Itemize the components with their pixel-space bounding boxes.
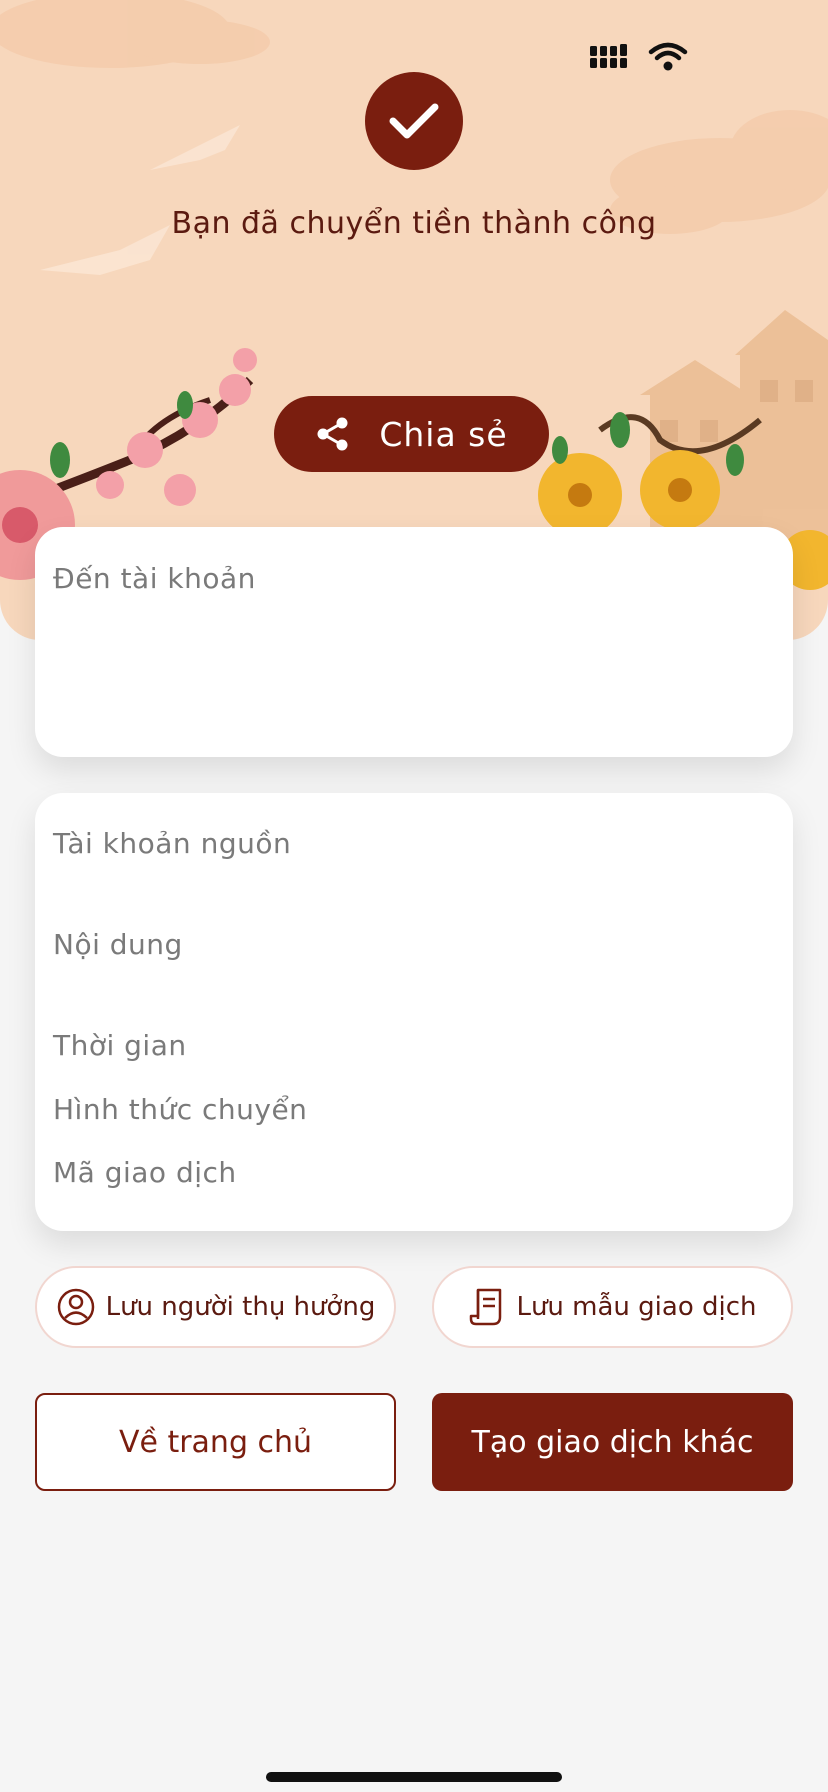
transaction-details-card: Tài khoản nguồn Nội dung Thời gian Hình … <box>35 793 793 1231</box>
destination-card: Đến tài khoản <box>35 527 793 757</box>
share-button-label: Chia sẻ <box>379 414 508 454</box>
check-icon <box>389 103 439 139</box>
save-beneficiary-button[interactable]: Lưu người thụ hưởng <box>35 1266 396 1348</box>
share-button[interactable]: Chia sẻ <box>274 396 549 472</box>
save-beneficiary-label: Lưu người thụ hưởng <box>105 1292 376 1322</box>
success-message: Bạn đã chuyển tiền thành công <box>171 206 657 241</box>
transfer-method-label: Hình thức chuyển <box>53 1093 308 1126</box>
time-label: Thời gian <box>53 1029 187 1062</box>
save-template-label: Lưu mẫu giao dịch <box>516 1292 757 1322</box>
share-icon <box>317 417 348 451</box>
new-transaction-button[interactable]: Tạo giao dịch khác <box>432 1393 793 1491</box>
home-indicator <box>266 1772 562 1782</box>
status-bar <box>590 42 688 72</box>
signal-icon <box>590 44 627 68</box>
success-badge <box>365 72 463 170</box>
receipt-icon <box>470 1288 502 1326</box>
source-account-label: Tài khoản nguồn <box>53 827 292 860</box>
save-template-button[interactable]: Lưu mẫu giao dịch <box>432 1266 793 1348</box>
content-label: Nội dung <box>53 928 183 961</box>
transaction-code-label: Mã giao dịch <box>53 1156 237 1189</box>
home-button-label: Về trang chủ <box>118 1424 313 1460</box>
wifi-icon <box>648 42 688 71</box>
home-button[interactable]: Về trang chủ <box>35 1393 396 1491</box>
user-circle-icon <box>57 1288 94 1326</box>
to-account-label: Đến tài khoản <box>53 562 256 595</box>
new-transaction-button-label: Tạo giao dịch khác <box>471 1424 754 1460</box>
